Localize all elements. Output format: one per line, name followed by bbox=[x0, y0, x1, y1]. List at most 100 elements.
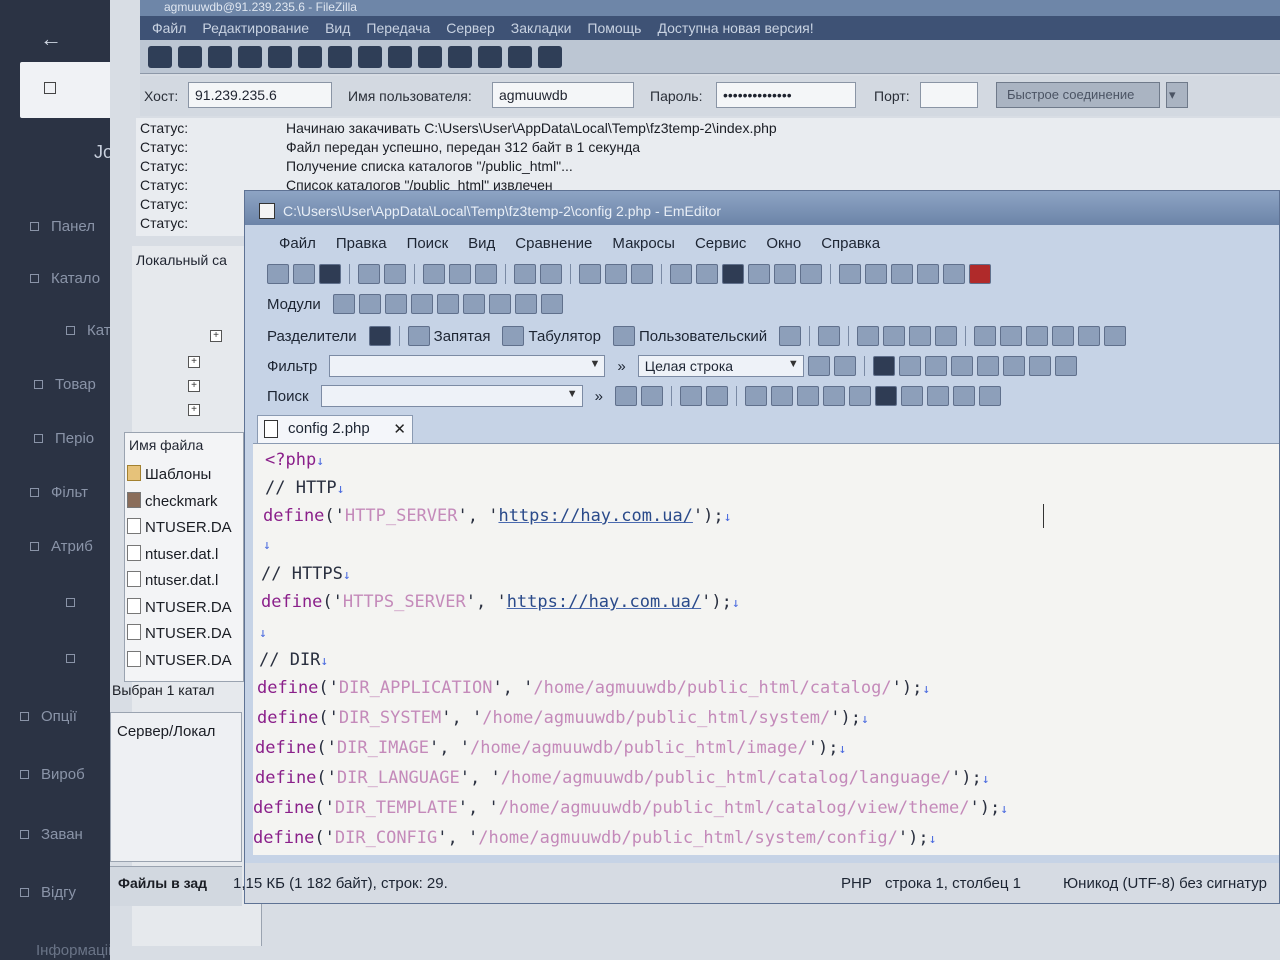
newline-icon[interactable] bbox=[770, 386, 793, 406]
normal-mode-icon[interactable] bbox=[368, 326, 391, 346]
panel-icon[interactable] bbox=[952, 386, 975, 406]
admin-menu-item[interactable]: Заван bbox=[20, 826, 83, 843]
disconnect-icon[interactable] bbox=[388, 45, 412, 68]
admin-menu-item[interactable]: Атриб bbox=[30, 538, 93, 555]
admin-menu-item[interactable]: Вироб bbox=[20, 766, 85, 783]
redo-icon[interactable] bbox=[540, 264, 562, 284]
admin-menu-item[interactable]: Панел bbox=[30, 218, 95, 235]
process-queue-icon[interactable] bbox=[328, 45, 352, 68]
fz-menu-item[interactable]: Сервер bbox=[446, 20, 495, 36]
wrap-window-icon[interactable] bbox=[748, 264, 770, 284]
chevron-down-icon[interactable]: ▼ bbox=[590, 358, 601, 370]
site-manager-icon[interactable] bbox=[148, 45, 172, 68]
toggle-queue-icon[interactable] bbox=[268, 45, 292, 68]
file-list-item[interactable]: NTUSER.DA bbox=[127, 518, 232, 536]
toggle-remote-tree-icon[interactable] bbox=[238, 45, 262, 68]
sort-length-desc-icon[interactable] bbox=[1104, 326, 1127, 346]
sort-length-icon[interactable] bbox=[1078, 326, 1101, 346]
fixed-width-icon[interactable] bbox=[779, 326, 802, 346]
refresh-icon[interactable] bbox=[298, 45, 322, 68]
tree-expand-icon[interactable]: + bbox=[210, 330, 222, 342]
file-list-item[interactable]: NTUSER.DA bbox=[127, 650, 232, 669]
stop-macro-icon[interactable] bbox=[969, 264, 991, 284]
find-prev-icon[interactable] bbox=[631, 264, 653, 284]
admin-menu-item[interactable]: Фільт bbox=[30, 484, 88, 501]
paste-icon[interactable] bbox=[475, 264, 497, 284]
list-icon[interactable] bbox=[926, 386, 949, 406]
checkbox-icon[interactable] bbox=[44, 82, 56, 94]
host-input[interactable]: 91.239.235.6 bbox=[188, 82, 332, 108]
columns-icon[interactable] bbox=[883, 326, 906, 346]
find-in-files-icon[interactable] bbox=[670, 264, 692, 284]
reconnect-icon[interactable] bbox=[418, 45, 442, 68]
chevron-right-icon[interactable]: » bbox=[617, 358, 625, 375]
plugin-word-count-icon[interactable] bbox=[514, 294, 537, 314]
comma-icon[interactable] bbox=[407, 326, 430, 346]
language-status[interactable]: PHP bbox=[841, 875, 872, 892]
negative-icon[interactable] bbox=[1028, 356, 1051, 376]
cut-icon[interactable] bbox=[423, 264, 445, 284]
toggle-log-icon[interactable] bbox=[178, 45, 202, 68]
customize-icon[interactable] bbox=[891, 264, 913, 284]
close-icon[interactable] bbox=[833, 356, 856, 376]
file-list-item[interactable]: NTUSER.DA bbox=[127, 624, 232, 642]
whole-word-icon[interactable] bbox=[1002, 356, 1025, 376]
sync-browse-icon[interactable] bbox=[508, 45, 532, 68]
print-icon[interactable] bbox=[358, 264, 380, 284]
whole-word-icon[interactable] bbox=[848, 386, 871, 406]
join-icon[interactable] bbox=[935, 326, 958, 346]
compare-icon[interactable] bbox=[478, 45, 502, 68]
custom-icon[interactable] bbox=[613, 326, 635, 346]
plugin-web-icon[interactable] bbox=[488, 294, 511, 314]
refresh-icon[interactable] bbox=[807, 356, 830, 376]
fz-menu-item[interactable]: Файл bbox=[152, 20, 186, 36]
em-menu-item[interactable]: Правка bbox=[336, 235, 387, 252]
brackets-icon[interactable] bbox=[950, 356, 973, 376]
match-case-icon[interactable] bbox=[976, 356, 999, 376]
file-list-item[interactable]: checkmark bbox=[127, 491, 218, 510]
brackets-icon[interactable] bbox=[796, 386, 819, 406]
queued-files-tab[interactable]: Файлы в зад bbox=[118, 875, 207, 891]
fullscreen-icon[interactable] bbox=[800, 264, 822, 284]
admin-menu-item[interactable] bbox=[66, 594, 87, 611]
undo-icon[interactable] bbox=[514, 264, 536, 284]
chevron-right-icon[interactable]: » bbox=[595, 388, 603, 405]
find-next-icon[interactable] bbox=[605, 264, 627, 284]
regex-icon[interactable] bbox=[744, 386, 767, 406]
sort-num-desc-icon[interactable] bbox=[1052, 326, 1075, 346]
plugin-explorer-icon[interactable] bbox=[332, 294, 355, 314]
plugin-html-icon[interactable] bbox=[540, 294, 563, 314]
plugin-outline-icon[interactable] bbox=[358, 294, 381, 314]
em-menu-item[interactable]: Сервис bbox=[695, 235, 746, 252]
filename-column-header[interactable]: Имя файла bbox=[129, 437, 203, 453]
fz-menu-item[interactable]: Помощь bbox=[587, 20, 641, 36]
search-next-icon[interactable] bbox=[614, 386, 637, 406]
print-preview-icon[interactable] bbox=[384, 264, 406, 284]
quickconnect-dropdown[interactable]: ▾ bbox=[1166, 82, 1188, 108]
sort-asc-icon[interactable] bbox=[974, 326, 997, 346]
plugin-snippets-icon[interactable] bbox=[384, 294, 407, 314]
admin-menu-item[interactable] bbox=[66, 650, 87, 667]
tab-config-php[interactable]: config 2.php ✕ bbox=[257, 415, 413, 443]
toggle-tree-icon[interactable] bbox=[208, 45, 232, 68]
admin-menu-item[interactable]: Катало bbox=[30, 270, 100, 287]
em-menu-item[interactable]: Окно bbox=[766, 235, 801, 252]
tab-separator-button[interactable]: Табулятор bbox=[528, 328, 601, 345]
fz-menu-item[interactable]: Закладки bbox=[511, 20, 572, 36]
search-copy-icon[interactable] bbox=[705, 386, 728, 406]
search-prev-icon[interactable] bbox=[640, 386, 663, 406]
quickconnect-button[interactable]: Быстрое соединение bbox=[996, 82, 1160, 108]
admin-menu-item[interactable]: Відгу bbox=[20, 884, 76, 901]
tree-expand-icon[interactable]: + bbox=[188, 380, 200, 392]
close-tab-icon[interactable]: ✕ bbox=[393, 420, 406, 438]
file-list-item[interactable]: ntuser.dat.l bbox=[127, 544, 218, 563]
back-arrow-icon[interactable]: ← bbox=[40, 26, 62, 52]
admin-menu-item[interactable]: Товар bbox=[34, 376, 96, 393]
chevron-down-icon[interactable]: ▼ bbox=[788, 358, 799, 370]
plugin-projects-icon[interactable] bbox=[410, 294, 433, 314]
highlight-matches-icon[interactable] bbox=[900, 386, 923, 406]
add-icon[interactable] bbox=[818, 326, 841, 346]
em-menu-item[interactable]: Справка bbox=[821, 235, 880, 252]
search-binoculars-icon[interactable] bbox=[538, 45, 562, 68]
tab-icon[interactable] bbox=[502, 326, 525, 346]
